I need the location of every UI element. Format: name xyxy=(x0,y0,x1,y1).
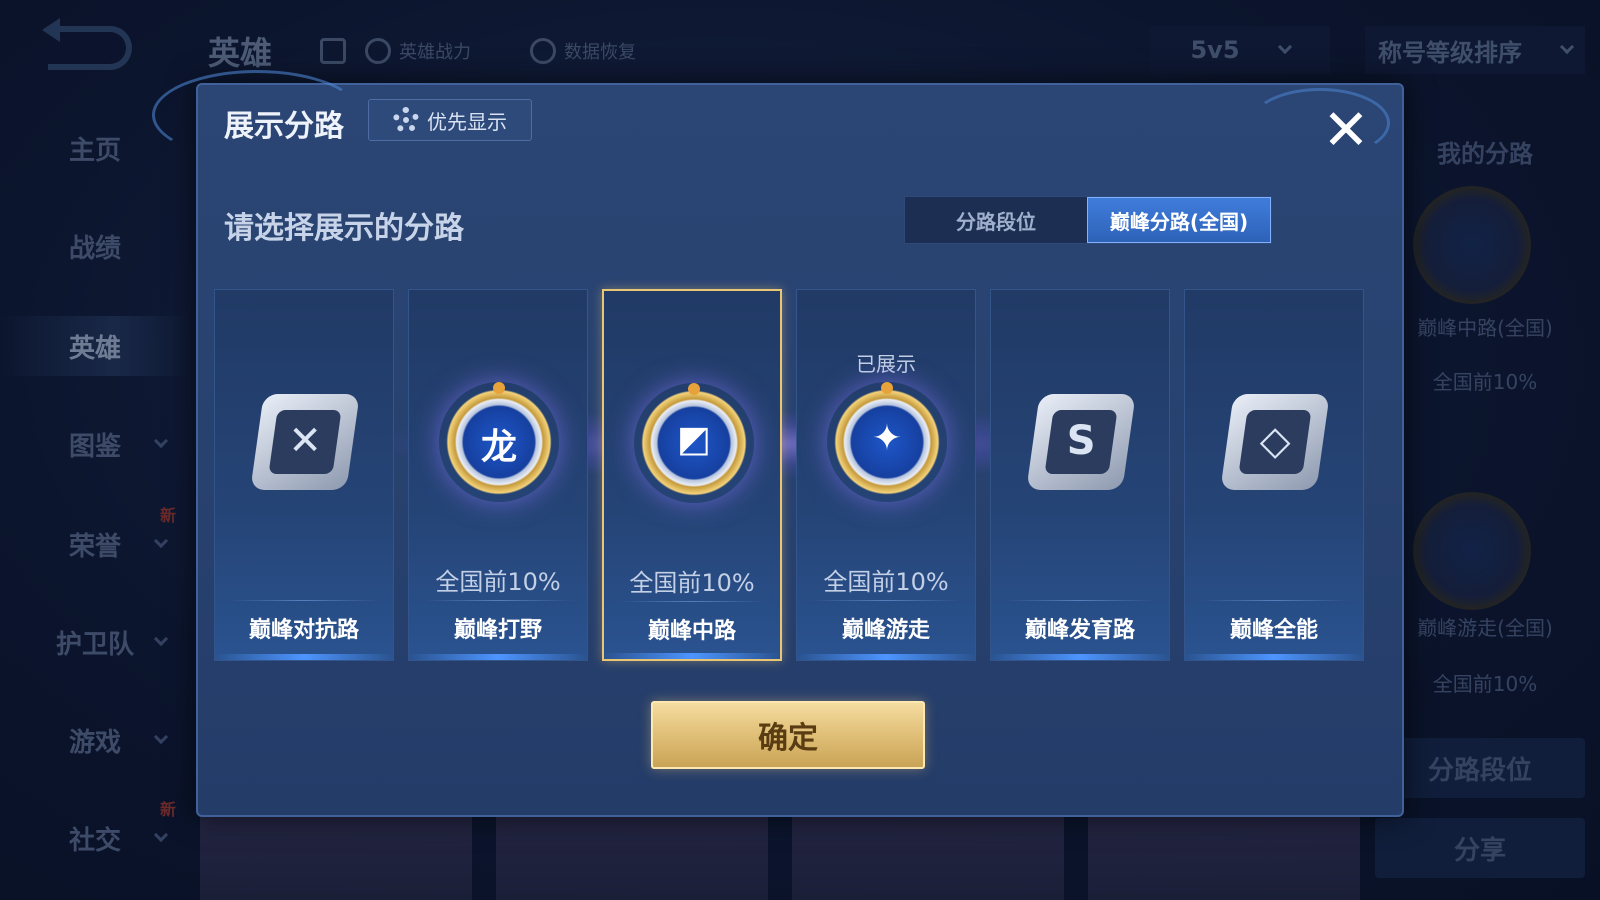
dragon-icon: 龙 xyxy=(439,382,559,502)
lane-name: 巅峰中路 xyxy=(647,619,736,644)
tab-lane-rank[interactable]: 分路段位 xyxy=(905,197,1087,243)
dialog-subtitle: 请选择展示的分路 xyxy=(224,211,464,246)
lane-card-top[interactable]: ✕ 巅峰对抗路 xyxy=(214,289,394,661)
lane-card-list: ✕ 巅峰对抗路 龙 全国前10% 巅峰打野 ◩ 全国前10% 巅峰中路 已展示 … xyxy=(214,289,1386,661)
lane-bottom-glow xyxy=(409,654,587,660)
lane-card-all-round[interactable]: ◇ 巅峰全能 xyxy=(1184,289,1364,661)
divider xyxy=(811,600,961,601)
lane-display-dialog: 展示分路 优先显示 ✕ 请选择展示的分路 分路段位 巅峰分路(全国) ✕ 巅峰对… xyxy=(196,83,1404,817)
lane-bottom-glow xyxy=(215,654,393,660)
mid-lane-icon: ◩ xyxy=(634,383,754,503)
lane-card-mid[interactable]: ◩ 全国前10% 巅峰中路 xyxy=(602,289,782,661)
all-round-icon: ◇ xyxy=(1220,394,1330,490)
lane-name: 巅峰全能 xyxy=(1229,618,1318,643)
lane-name: 巅峰发育路 xyxy=(1024,618,1135,643)
lane-card-marksman[interactable]: S 巅峰发育路 xyxy=(990,289,1170,661)
lane-rank: 全国前10% xyxy=(435,568,561,596)
divider xyxy=(618,601,766,602)
sword-cross-icon: ✕ xyxy=(250,394,360,490)
divider xyxy=(229,600,379,601)
priority-display-label: 优先显示 xyxy=(427,109,507,134)
wings-icon: ✦ xyxy=(827,382,947,502)
lane-card-support[interactable]: 已展示 ✦ 全国前10% 巅峰游走 xyxy=(796,289,976,661)
gear-icon xyxy=(393,107,419,133)
lane-bottom-glow xyxy=(797,654,975,660)
tab-peak-lane-national[interactable]: 巅峰分路(全国) xyxy=(1087,197,1271,243)
lane-tabs: 分路段位 巅峰分路(全国) xyxy=(904,196,1272,244)
divider xyxy=(423,600,573,601)
lane-name: 巅峰打野 xyxy=(453,618,542,643)
lane-bottom-glow xyxy=(604,653,780,659)
lane-name: 巅峰游走 xyxy=(841,618,930,643)
lane-bottom-glow xyxy=(991,654,1169,660)
lane-rank: 全国前10% xyxy=(823,568,949,596)
shown-label: 已展示 xyxy=(856,352,916,376)
decorative-swirl xyxy=(1250,88,1390,158)
confirm-button[interactable]: 确定 xyxy=(651,701,925,769)
priority-display-button[interactable]: 优先显示 xyxy=(368,99,532,141)
marksman-icon: S xyxy=(1026,394,1136,490)
divider xyxy=(1005,600,1155,601)
divider xyxy=(1199,600,1349,601)
decorative-swirl xyxy=(152,70,362,160)
lane-name: 巅峰对抗路 xyxy=(248,618,359,643)
lane-rank: 全国前10% xyxy=(629,569,755,597)
lane-bottom-glow xyxy=(1185,654,1363,660)
lane-card-jungle[interactable]: 龙 全国前10% 巅峰打野 xyxy=(408,289,588,661)
